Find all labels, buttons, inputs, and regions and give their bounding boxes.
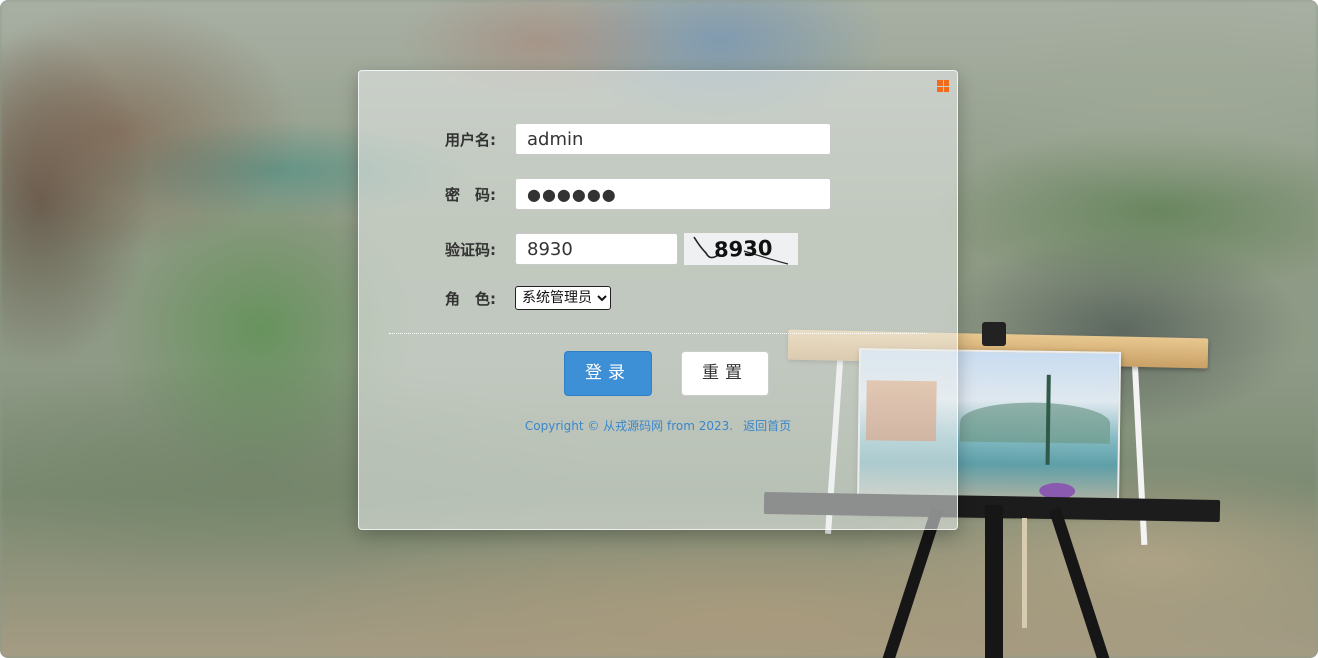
- captcha-input[interactable]: [515, 233, 678, 265]
- painting-hill: [959, 401, 1111, 444]
- easel-leg: [985, 505, 1003, 658]
- username-row: 用户名:: [445, 122, 831, 156]
- captcha-row: 验证码: 8930: [445, 232, 798, 266]
- copyright-text: Copyright © 从戎源码网 from 2023.: [524, 419, 734, 433]
- captcha-label: 验证码:: [445, 240, 496, 259]
- username-input[interactable]: [515, 123, 831, 155]
- copyright-footer: Copyright © 从戎源码网 from 2023. 返回首页: [359, 417, 957, 434]
- easel-rope: [1022, 518, 1027, 628]
- windows-grid-icon: [937, 80, 949, 92]
- password-label: 密 码:: [445, 185, 496, 204]
- role-select[interactable]: 系统管理员: [515, 286, 611, 310]
- username-label: 用户名:: [445, 130, 496, 149]
- captcha-code-text: 8930: [713, 235, 773, 263]
- captcha-image[interactable]: 8930: [684, 233, 798, 265]
- painting-lamp: [1045, 374, 1051, 465]
- password-input[interactable]: [515, 178, 831, 210]
- role-row: 角 色: 系统管理员: [445, 281, 611, 315]
- form-divider: [389, 333, 927, 334]
- easel-clip: [982, 322, 1006, 346]
- reset-button[interactable]: 重置: [681, 351, 769, 396]
- password-row: 密 码:: [445, 177, 831, 211]
- login-panel: 用户名: 密 码: 验证码: 8930 角 色: 系统管理员: [358, 70, 958, 530]
- login-button[interactable]: 登录: [564, 351, 652, 396]
- login-page: 用户名: 密 码: 验证码: 8930 角 色: 系统管理员: [0, 0, 1318, 658]
- back-home-link[interactable]: 返回首页: [743, 419, 791, 433]
- role-label: 角 色:: [445, 289, 496, 308]
